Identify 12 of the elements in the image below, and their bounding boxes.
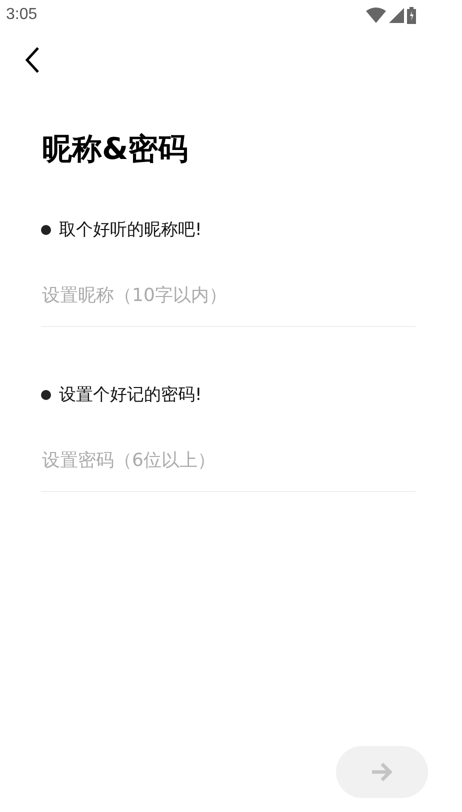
status-time: 3:05 [6, 6, 38, 24]
prompt-text: 设置个好记的密码! [59, 384, 202, 406]
bullet-icon [41, 390, 51, 400]
page-title: 昵称&密码 [42, 131, 190, 169]
wifi-icon [366, 7, 386, 23]
bullet-icon [41, 224, 51, 234]
input-field[interactable]: 设置密码（6位以上） [41, 442, 416, 492]
arrow-icon [370, 762, 394, 782]
prompt-text: 取个好听的昵称吧! [59, 219, 202, 241]
battery-icon [407, 6, 416, 24]
signal-icon [389, 8, 404, 22]
input-field[interactable]: 设置昵称（10字以内） [41, 277, 416, 327]
